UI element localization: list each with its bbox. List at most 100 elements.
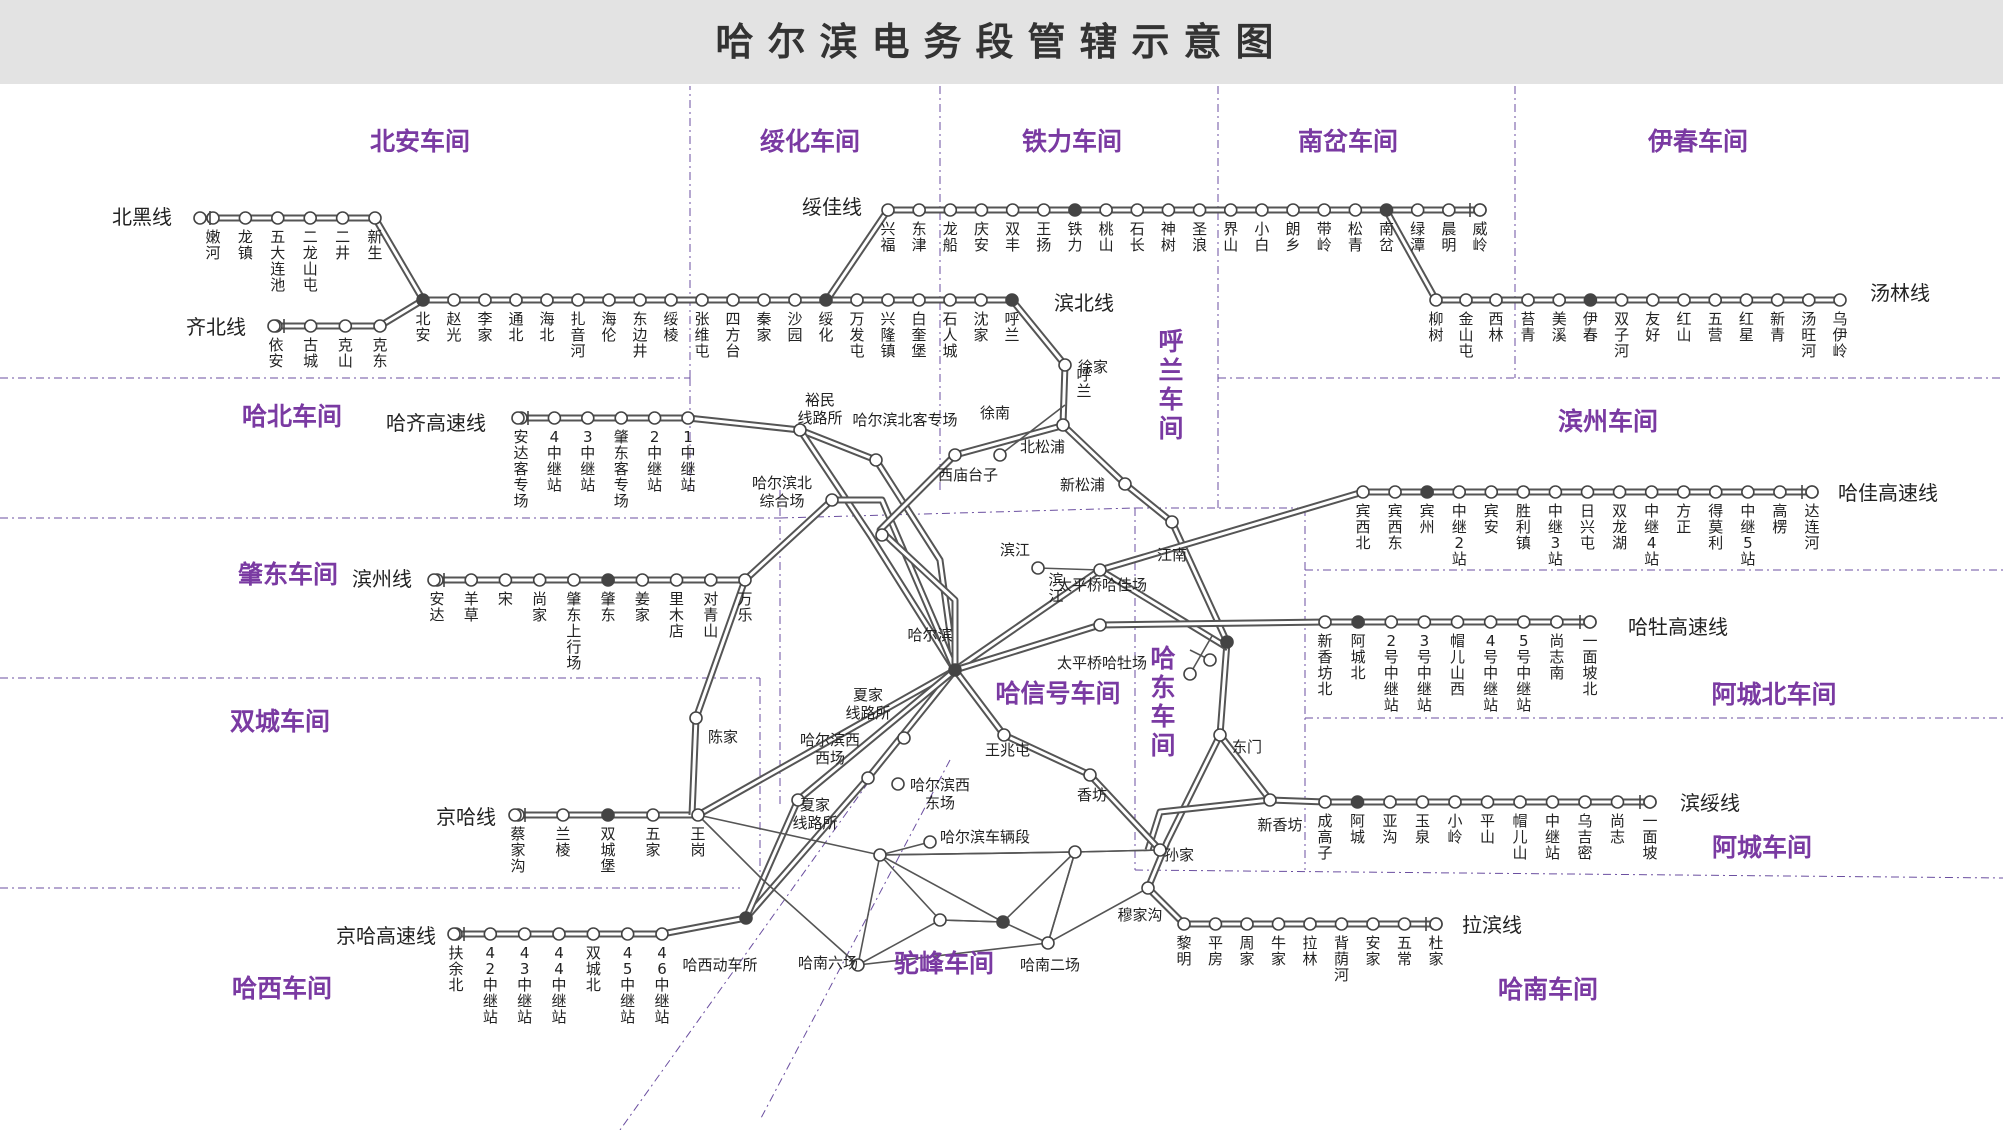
station-node [1580, 485, 1595, 499]
terminal-node [447, 927, 461, 941]
cheliang-link [879, 841, 931, 856]
area-tuofeng: 驼峰车间 [894, 949, 994, 978]
station-node [1773, 485, 1787, 499]
station-node [1516, 615, 1531, 629]
station-labin-2: 周家 [1239, 934, 1254, 968]
station-binsui-9: 尚志 [1610, 812, 1625, 846]
station-node [547, 411, 562, 425]
station-node [923, 835, 937, 849]
terminal-node [1583, 615, 1597, 629]
station-node [788, 293, 802, 307]
hub-xinxiangfang: 新香坊 [1257, 816, 1302, 834]
station-hajia-0: 宾西北 [1355, 502, 1370, 552]
station-tanglin-4: 友好 [1645, 310, 1660, 344]
station-hajia-1: 宾西东 [1388, 502, 1403, 552]
station-node [1350, 795, 1365, 809]
station-node [1317, 203, 1332, 217]
station-node [1802, 293, 1816, 307]
station-binbei-3: 通北 [508, 310, 523, 344]
station-node [974, 203, 989, 217]
station-jingha-1: 兰棱 [555, 825, 570, 859]
line-hamu: 哈牡高速线 [1628, 615, 1728, 639]
station-node [1183, 667, 1197, 681]
station-binbei-12: 沙园 [787, 310, 802, 344]
station-binsui-4: 小岭 [1447, 812, 1462, 846]
station-beihei-5: 新生 [367, 228, 382, 262]
station-node [303, 211, 318, 225]
station-suijia-3: 庆安 [974, 220, 989, 254]
station-node [571, 293, 585, 307]
hub-binjiang-v: 滨江 [1048, 571, 1063, 605]
station-tanglin-5: 红山 [1676, 310, 1691, 344]
station-labin-1: 平房 [1208, 934, 1223, 968]
station-node [1452, 485, 1467, 499]
hanan-link [1047, 849, 1161, 944]
hub-jiangnan: 江南 [1157, 546, 1187, 564]
station-node [739, 911, 753, 925]
station-beihei-4: 二井 [335, 228, 350, 262]
station-node [1521, 293, 1535, 307]
station-hamu-2: 2 号中继站 [1384, 632, 1399, 714]
station-node [602, 293, 616, 307]
station-node [891, 777, 905, 791]
binjiang-spur [1037, 567, 1101, 571]
station-node [1068, 845, 1082, 859]
station-qibei-3: 克东 [372, 336, 387, 370]
station-suijia-18: 晨明 [1441, 220, 1456, 254]
station-node [447, 293, 461, 307]
station-suijia-12: 小白 [1254, 220, 1269, 254]
hub-habeizong: 哈尔滨北综合场 [752, 474, 812, 510]
area-yichun: 伊春车间 [1647, 127, 1748, 156]
station-node [373, 319, 387, 333]
station-jinghagaosu-5: 4 5 中继站 [620, 944, 635, 1026]
station-qibei-0: 依安 [268, 336, 283, 370]
station-node [897, 731, 911, 745]
hub-hananliu: 哈南六场 [798, 954, 858, 972]
station-binzhou-3: 尚家 [532, 590, 547, 624]
station-binzhou-5: 肇东 [601, 590, 616, 624]
station-suijia-13: 朗乡 [1286, 220, 1301, 254]
station-suijia-9: 神树 [1161, 220, 1176, 254]
station-node [933, 913, 947, 927]
station-suijia-1: 东津 [912, 220, 927, 254]
station-node [1610, 795, 1625, 809]
station-node [270, 211, 285, 225]
station-node [1005, 203, 1020, 217]
terminal-node [193, 211, 207, 225]
station-node [509, 293, 523, 307]
station-node [1384, 615, 1399, 629]
station-binbei-11: 秦家 [756, 310, 771, 344]
station-node [943, 293, 957, 307]
station-hajia-6: 中继 3 站 [1548, 502, 1563, 568]
station-binbei-17: 石人城 [942, 310, 957, 360]
station-labin-8: 杜家 [1428, 934, 1443, 968]
station-jinghagaosu-6: 4 6 中继站 [654, 944, 669, 1026]
terminal-node [511, 411, 525, 425]
station-node [757, 293, 771, 307]
station-node [1041, 936, 1055, 950]
station-labin-5: 背荫河 [1334, 934, 1349, 984]
station-node [1548, 485, 1563, 499]
station-binsui-5: 平山 [1480, 812, 1495, 846]
station-node [825, 493, 839, 507]
line-binsui: 滨绥线 [1680, 791, 1740, 815]
station-binsui-1: 阿城 [1350, 812, 1365, 846]
station-node [1489, 293, 1503, 307]
station-node [1708, 293, 1722, 307]
station-binbei-13: 绥化 [818, 310, 833, 344]
station-nancha_south-1: 金山屯 [1458, 310, 1473, 360]
hub-habeike: 哈尔滨北客专场 [852, 411, 957, 429]
hub-sunjia: 孙家 [1164, 846, 1194, 864]
line-binbei: 滨北线 [1054, 291, 1114, 315]
station-node [1093, 618, 1107, 632]
station-node [614, 411, 629, 425]
station-binzhou-0: 安达 [429, 590, 444, 624]
station-binbei-0: 北安 [415, 310, 430, 344]
station-binzhou-1: 羊草 [464, 590, 479, 624]
station-node [1417, 615, 1432, 629]
terminal-node [267, 319, 281, 333]
station-node [703, 573, 718, 587]
station-node [1429, 293, 1443, 307]
station-suijia-17: 绿潭 [1410, 220, 1425, 254]
station-jinghagaosu-3: 4 4 中继站 [551, 944, 566, 1026]
